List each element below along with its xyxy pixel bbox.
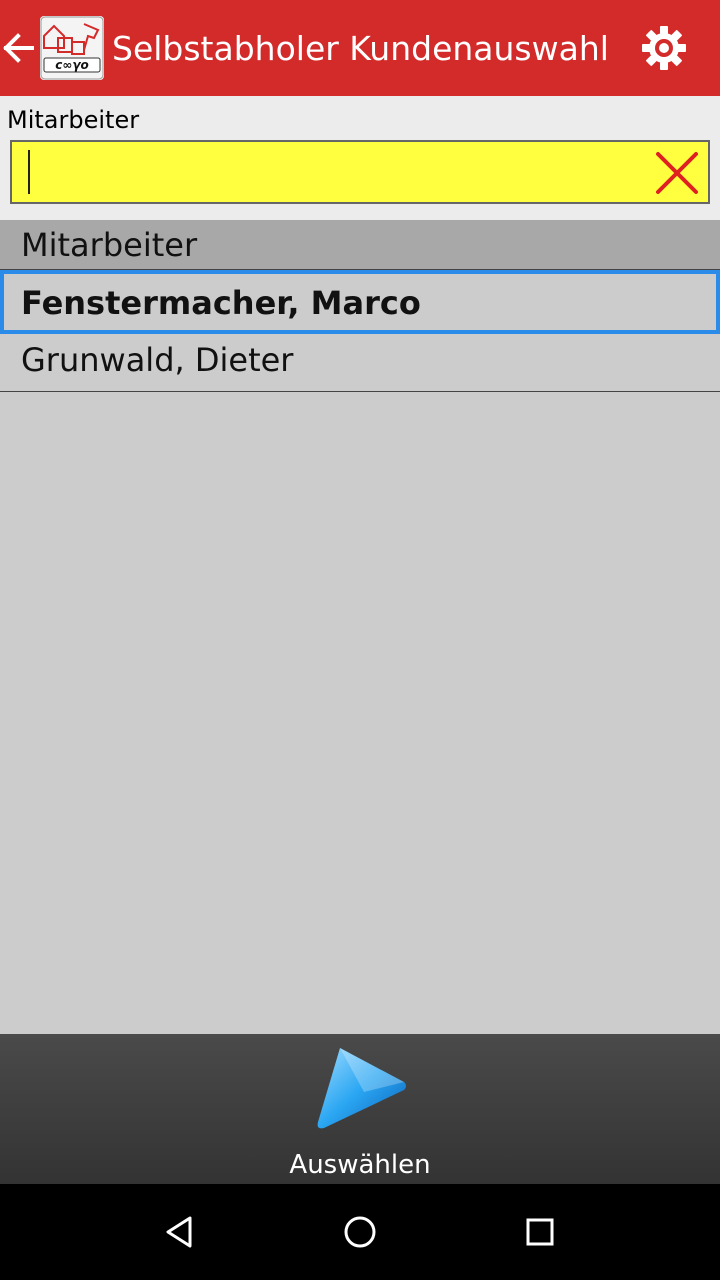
- select-button-label[interactable]: Auswählen: [0, 1150, 720, 1180]
- list-item-selected[interactable]: Fenstermacher, Marco: [0, 270, 720, 334]
- home-circle-icon[interactable]: [340, 1212, 380, 1252]
- list-header-label: Mitarbeiter: [21, 226, 198, 264]
- arrow-left-icon[interactable]: [0, 28, 36, 68]
- text-caret: [28, 150, 30, 194]
- app-logo-icon: c∞γo: [40, 16, 104, 80]
- list-item-label: Fenstermacher, Marco: [21, 284, 421, 322]
- svg-text:c∞γo: c∞γo: [55, 58, 89, 72]
- list-header: Mitarbeiter: [0, 220, 720, 270]
- bottom-action-bar: Auswählen: [0, 1034, 720, 1184]
- recents-square-icon[interactable]: [520, 1212, 560, 1252]
- close-icon[interactable]: [654, 150, 700, 196]
- gear-icon[interactable]: [640, 24, 688, 72]
- list-item-label: Grunwald, Dieter: [21, 341, 294, 379]
- list-item[interactable]: Grunwald, Dieter: [0, 331, 720, 392]
- employee-field-label: Mitarbeiter: [7, 106, 140, 134]
- system-nav-bar: [0, 1184, 720, 1280]
- app-bar: c∞γo Selbstabholer Kundenauswahl: [0, 0, 720, 96]
- employee-input[interactable]: [24, 146, 648, 200]
- employee-field-area: Mitarbeiter: [0, 96, 720, 220]
- play-icon[interactable]: [310, 1044, 410, 1134]
- employee-field[interactable]: [10, 140, 710, 204]
- app-title: Selbstabholer Kundenauswahl: [112, 29, 609, 68]
- back-triangle-icon[interactable]: [160, 1212, 200, 1252]
